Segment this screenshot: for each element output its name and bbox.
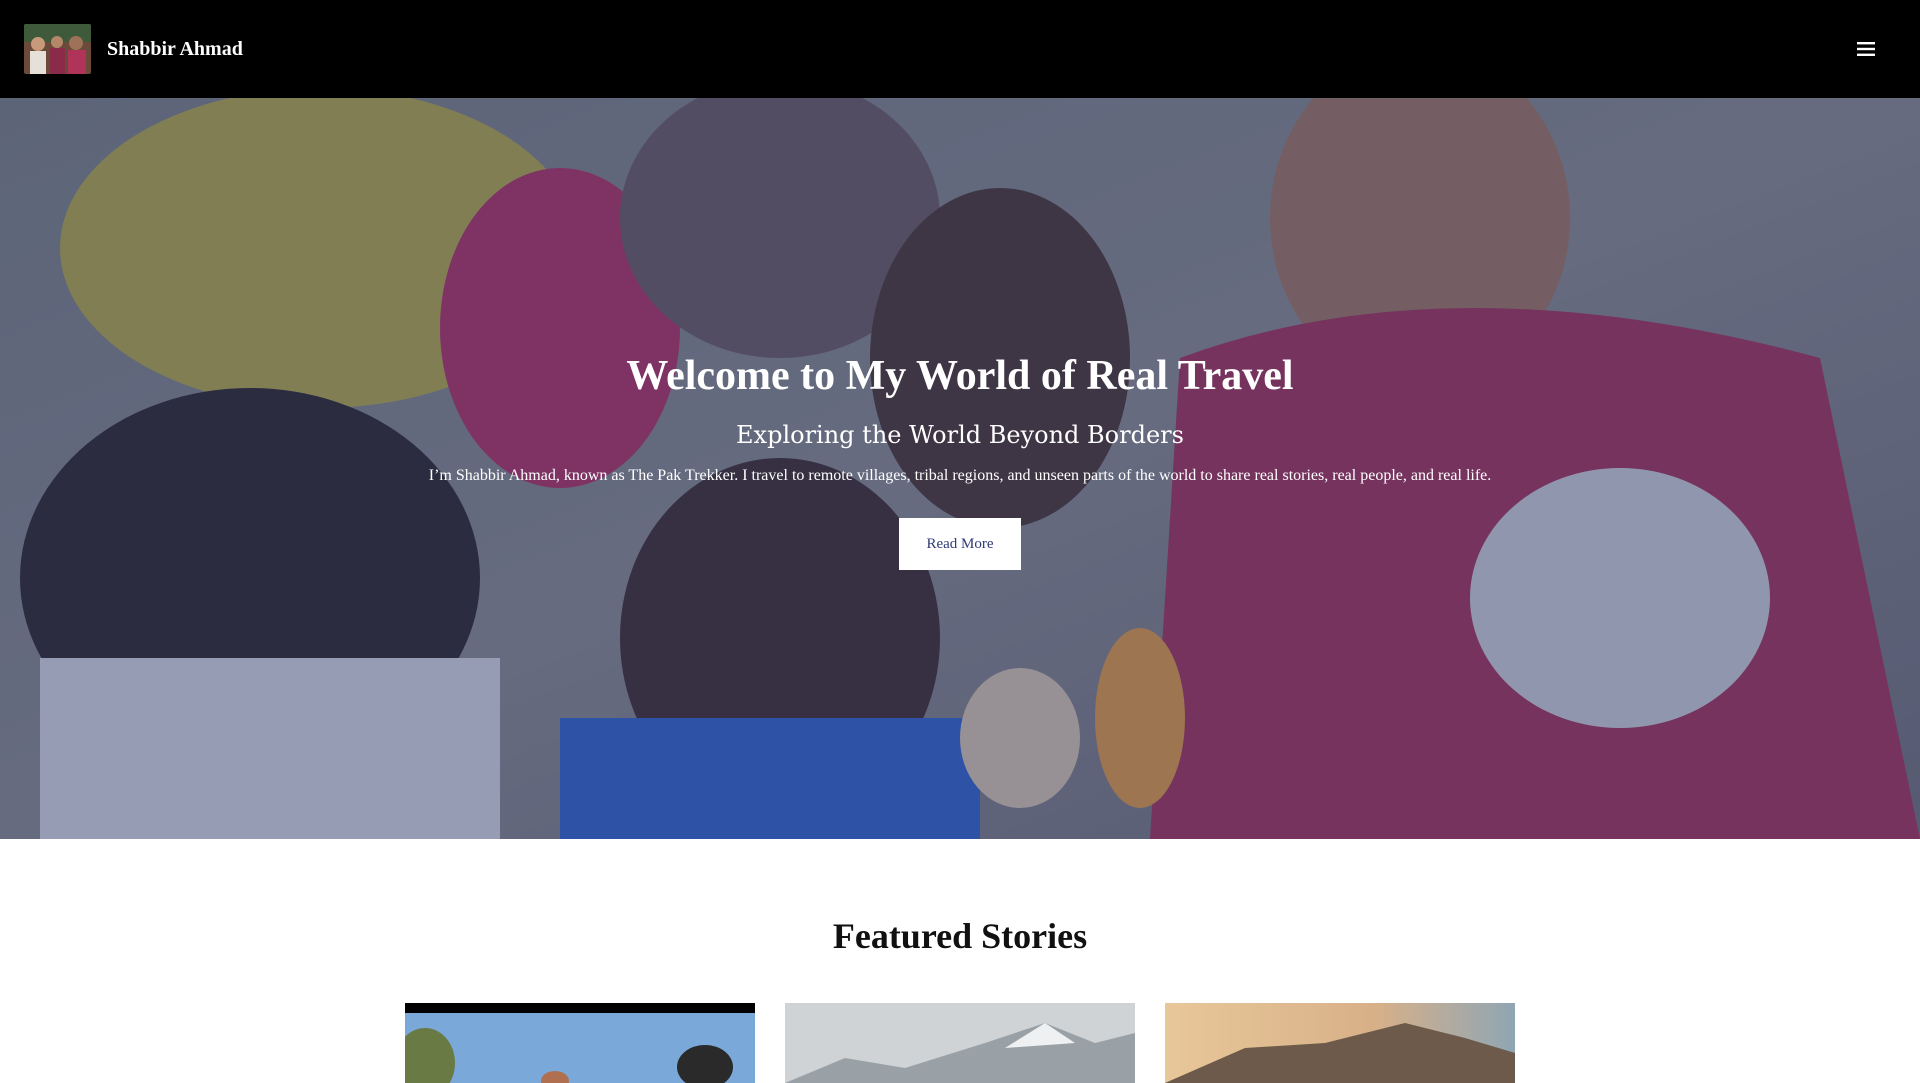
story-card-1-image[interactable] — [405, 1003, 755, 1083]
hero-title: Welcome to My World of Real Travel — [626, 353, 1294, 399]
hero-content: Welcome to My World of Real Travel Explo… — [0, 348, 1920, 570]
hamburger-menu-icon[interactable] — [1853, 36, 1879, 62]
hero-subtitle: Exploring the World Beyond Borders — [736, 421, 1184, 449]
featured-stories-section: Featured Stories — [0, 839, 1920, 1083]
story-card-2-image[interactable] — [785, 1003, 1135, 1083]
featured-stories-title: Featured Stories — [832, 916, 1088, 956]
brand-logo-image[interactable] — [24, 24, 91, 74]
navbar: Shabbir Ahmad — [0, 0, 1920, 98]
hero-description: I’m Shabbir Ahmad, known as The Pak Trek… — [428, 467, 1492, 484]
brand-name[interactable]: Shabbir Ahmad — [107, 38, 243, 61]
read-more-button[interactable]: Read More — [899, 518, 1021, 570]
story-card-3-image[interactable] — [1165, 1003, 1515, 1083]
hero-section: Welcome to My World of Real Travel Explo… — [0, 98, 1920, 839]
